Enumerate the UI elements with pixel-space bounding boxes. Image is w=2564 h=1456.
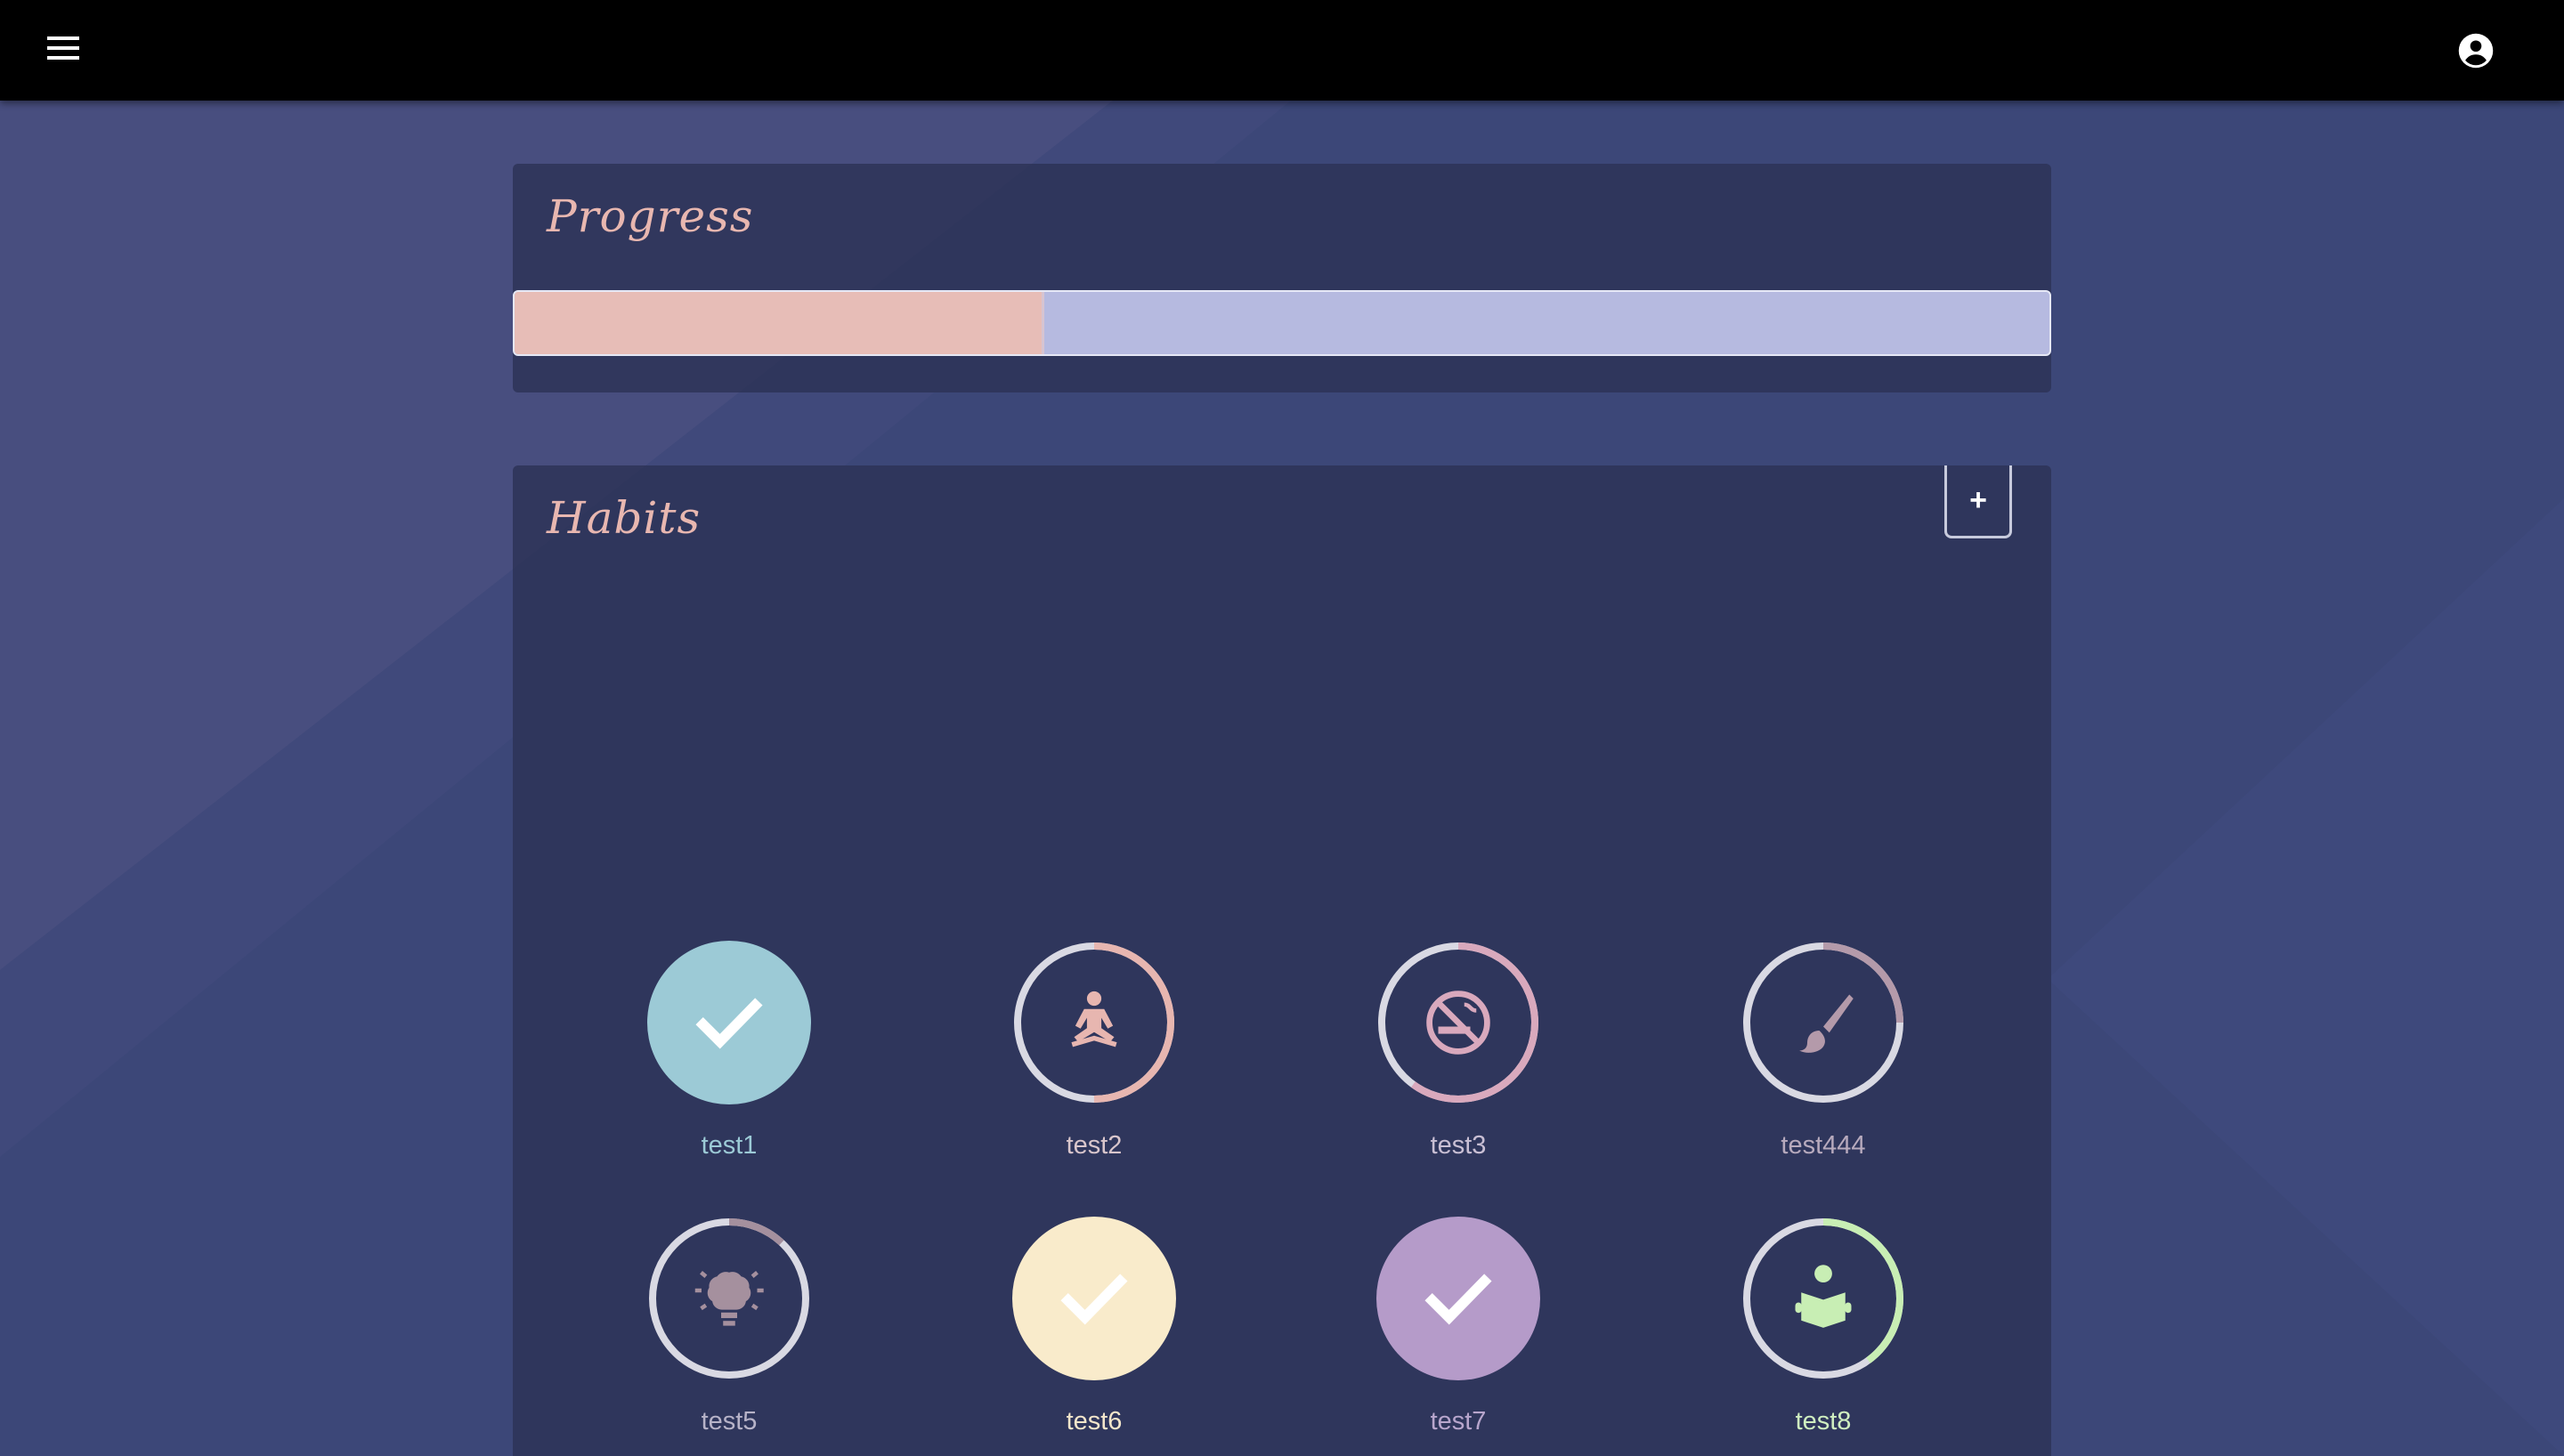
habits-card: Habits + test1 test2 test3 test444 test5 test…	[513, 465, 2051, 1456]
habit-item-test2[interactable]: test2	[1012, 941, 1190, 1172]
habit-item-test6[interactable]: test6	[1012, 1217, 1190, 1448]
habit-label: test6	[1066, 1407, 1123, 1436]
account-circle-icon[interactable]	[2457, 32, 2495, 69]
progress-bar-fill	[515, 292, 1044, 354]
habit-ring[interactable]	[1741, 1217, 1905, 1380]
habit-ring[interactable]	[647, 941, 811, 1104]
meditation-icon	[1071, 991, 1117, 1048]
habit-ring[interactable]	[1012, 1217, 1176, 1380]
habit-label: test5	[701, 1407, 758, 1436]
habit-item-test1[interactable]: test1	[647, 941, 825, 1172]
habit-label: test7	[1430, 1407, 1487, 1436]
habit-item-test5[interactable]: test5	[647, 1217, 825, 1448]
habit-ring[interactable]	[1741, 941, 1905, 1104]
habit-ring[interactable]	[1376, 1217, 1540, 1380]
habit-label: test1	[701, 1131, 758, 1160]
paintbrush-icon	[1799, 994, 1854, 1053]
habit-item-test8[interactable]: test8	[1741, 1217, 1919, 1448]
progress-title: Progress	[547, 190, 754, 242]
progress-bar	[513, 290, 2051, 356]
habit-label: test8	[1795, 1407, 1852, 1436]
habit-label: test2	[1066, 1131, 1123, 1160]
habits-title: Habits	[547, 492, 702, 544]
habit-ring[interactable]	[1012, 941, 1176, 1104]
add-habit-button[interactable]: +	[1944, 465, 2012, 538]
progress-card: Progress	[513, 164, 2051, 392]
top-app-bar	[0, 0, 2564, 101]
habit-ring[interactable]	[1376, 941, 1540, 1104]
no-smoking-icon	[1426, 991, 1490, 1055]
brain-idea-icon	[694, 1271, 764, 1326]
habit-item-test7[interactable]: test7	[1376, 1217, 1554, 1448]
habit-label: test444	[1781, 1131, 1866, 1160]
menu-icon[interactable]	[43, 32, 84, 69]
habit-label: test3	[1430, 1131, 1487, 1160]
habit-ring[interactable]	[647, 1217, 811, 1380]
habit-item-test3[interactable]: test3	[1376, 941, 1554, 1172]
habit-item-test444[interactable]: test444	[1741, 941, 1919, 1172]
reading-icon	[1795, 1265, 1852, 1328]
